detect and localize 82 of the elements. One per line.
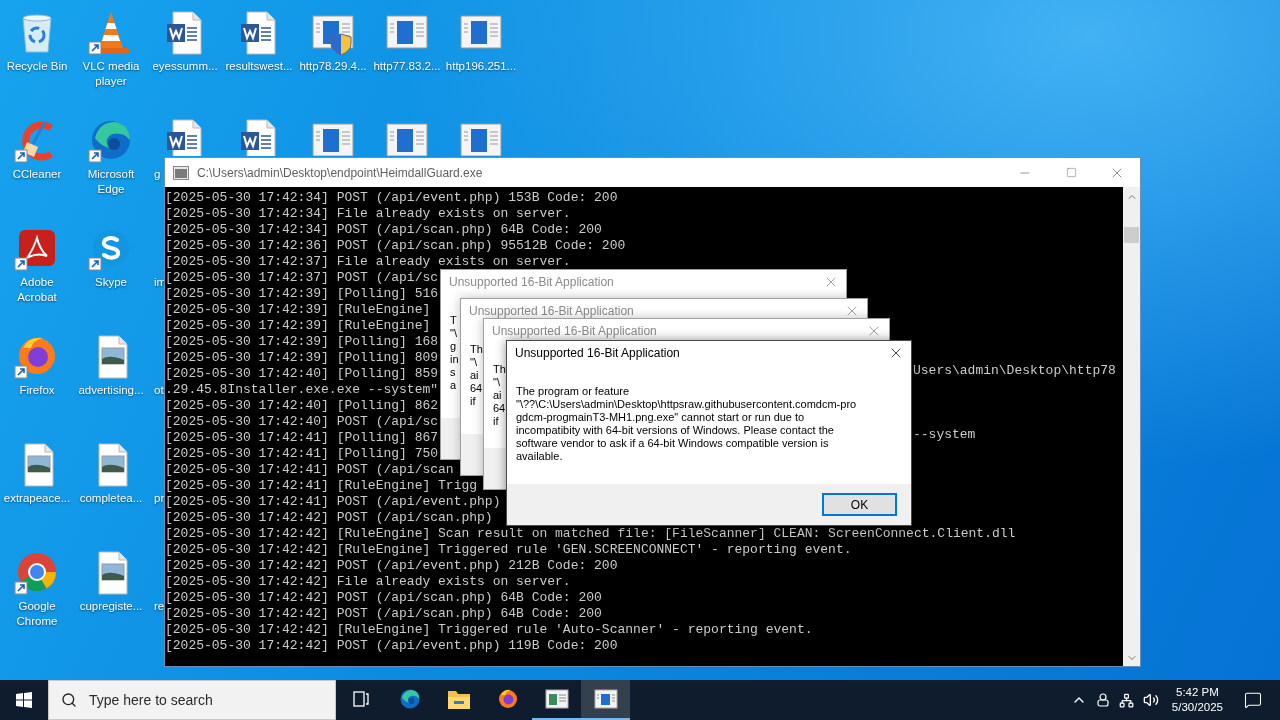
icon-label: ot <box>154 383 164 398</box>
console-line: [2025-05-30 17:42:41] [RuleEngine] Trigg <box>165 478 478 493</box>
scroll-thumb[interactable] <box>1124 227 1139 243</box>
icon-label: VLC media player <box>81 59 141 89</box>
icon-label: resultswest... <box>225 59 293 74</box>
icon-label: http78.29.4... <box>299 59 367 74</box>
console-line: [2025-05-30 17:42:34] File already exists on server. <box>165 206 571 221</box>
clock-time: 5:42 PM <box>1176 685 1219 700</box>
console-line: [2025-05-30 17:42:42] [RuleEngine] Triggered rule 'GEN.SCREENCONNECT' - reporting event. <box>165 542 852 557</box>
console-line: [2025-05-30 17:42:41] [Polling] 750 <box>165 446 439 461</box>
clock[interactable]: 5:42 PM 5/30/2025 <box>1162 680 1232 720</box>
icon-label: eyessumm... <box>152 59 218 74</box>
window-title: C:\Users\admin\Desktop\endpoint\HeimdallGuard.exe <box>197 165 483 180</box>
icon-label: cupregiste... <box>79 599 143 614</box>
console-line: [2025-05-30 17:42:39] [Polling] 516 <box>165 286 439 301</box>
icon-label: Recycle Bin <box>6 59 68 74</box>
console-line: [2025-05-30 17:42:41] POST (/api/scan <box>165 462 454 477</box>
notifications-icon[interactable] <box>1244 691 1262 709</box>
dialog-message: The program or feature "\??\C:\Users\admin\Desktop\httpsraw.githubusercontent.comdcm-pro gdcm-progmainT3-MH1.png.exe" cannot start or run due to incompatibity with 64-bit versions of Windows. Please contact the software vendor to ask if a 64-bit Windows compatible version is available. <box>516 385 857 463</box>
console-line: [2025-05-30 17:42:42] [RuleEngine] Triggered rule 'Auto-Scanner' - reporting event. <box>165 622 813 637</box>
console-line: [2025-05-30 17:42:40] [Polling] 862 <box>165 398 439 413</box>
icon-label: im <box>154 275 167 290</box>
console-line: [2025-05-30 17:42:42] POST (/api/event.php) 212B Code: 200 <box>165 558 618 573</box>
console-line: [2025-05-30 17:42:36] POST (/api/scan.php) 95512B Code: 200 <box>165 238 626 253</box>
folder-icon[interactable] <box>446 688 471 710</box>
search-box[interactable]: Type here to search <box>48 680 336 720</box>
search-icon <box>61 692 77 708</box>
console-line: [2025-05-30 17:42:42] POST (/api/scan.php) 64B Code: 200 <box>165 590 602 605</box>
console-line: Users\admin\Desktop\http78 <box>913 363 1116 379</box>
console-line: .29.45.8Installer.exe.exe --system" <box>165 382 439 397</box>
network-icon[interactable] <box>1119 692 1135 708</box>
icon-label: extrapeace... <box>3 491 71 506</box>
console-line: [2025-05-30 17:42:39] [Polling] 168 <box>165 334 439 349</box>
task-view-icon[interactable] <box>350 689 371 709</box>
console-line: [2025-05-30 17:42:42] File already exists on server. <box>165 574 571 589</box>
icon-label: re <box>154 599 165 614</box>
console-line: [2025-05-30 17:42:42] [RuleEngine] Scan result on matched file: [FileScanner] CLEAN: ScreenConnect.Client.dll <box>165 526 1016 541</box>
taskbar-button[interactable] <box>581 680 630 720</box>
console-line: [2025-05-30 17:42:42] POST (/api/event.php) 119B Code: 200 <box>165 638 618 653</box>
windows-logo-icon[interactable] <box>16 692 32 708</box>
scrollbar[interactable] <box>1123 187 1140 666</box>
console-line: [2025-05-30 17:42:39] [RuleEngine] <box>165 318 431 333</box>
icon-label: g <box>154 167 161 182</box>
dialog-title: Unsupported 16-Bit Application <box>449 274 614 289</box>
window-icon[interactable] <box>544 689 569 709</box>
ok-button[interactable]: OK <box>822 493 897 516</box>
clock-date: 5/30/2025 <box>1171 700 1223 715</box>
console-line: [2025-05-30 17:42:42] POST (/api/scan.php) 64B Code: 200 <box>165 606 602 621</box>
console-line: [2025-05-30 17:42:42] POST (/api/scan.php) <box>165 510 493 525</box>
console-line: [2025-05-30 17:42:41] POST (/api/event.php) <box>165 494 501 509</box>
console-line: [2025-05-30 17:42:37] POST (/api/sc <box>165 270 439 285</box>
icon-label: pr <box>154 491 165 506</box>
icon-label: CCleaner <box>12 167 62 182</box>
console-line: [2025-05-30 17:42:39] [RuleEngine] <box>165 302 431 317</box>
console-line: [2025-05-30 17:42:39] [Polling] 809 <box>165 350 439 365</box>
console-line: [2025-05-30 17:42:40] POST (/api/sc <box>165 414 439 429</box>
console-line: [2025-05-30 17:42:41] [Polling] 867 <box>165 430 439 445</box>
console-line: [2025-05-30 17:42:40] [Polling] 859 <box>165 366 439 381</box>
icon-label: advertising... <box>78 383 144 398</box>
console-line: --system <box>913 427 976 443</box>
dialog-title: Unsupported 16-Bit Application <box>492 323 657 338</box>
search-input[interactable]: Type here to search <box>87 691 321 709</box>
icon-label: Google Chrome <box>15 599 59 629</box>
icon-label: Firefox <box>19 383 55 398</box>
window-icon[interactable] <box>593 689 618 709</box>
dialog-message: T "\ g in s a <box>450 314 459 392</box>
console-app-icon <box>173 165 189 180</box>
icon-label: Adobe Acrobat <box>16 275 58 305</box>
dialog-title: Unsupported 16-Bit Application <box>469 303 634 318</box>
console-line: [2025-05-30 17:42:34] POST (/api/scan.php) 64B Code: 200 <box>165 222 602 237</box>
console-line: [2025-05-30 17:42:34] POST (/api/event.php) 153B Code: 200 <box>165 190 618 205</box>
person-icon[interactable] <box>1094 692 1111 708</box>
dialog-title: Unsupported 16-Bit Application <box>515 345 680 360</box>
dialog-message: Th "\ ai 64 if <box>470 343 483 408</box>
icon-label: http196.251... <box>445 59 517 74</box>
icon-label: http77.83.2... <box>373 59 441 74</box>
console-line: [2025-05-30 17:42:37] File already exists on server. <box>165 254 571 269</box>
volume-icon[interactable] <box>1142 692 1159 708</box>
icon-label: Microsoft Edge <box>86 167 136 197</box>
icon-label: completea... <box>79 491 143 506</box>
icon-label: Skype <box>95 275 127 290</box>
dialog-message: Th "\ ai 64 if <box>493 363 506 428</box>
